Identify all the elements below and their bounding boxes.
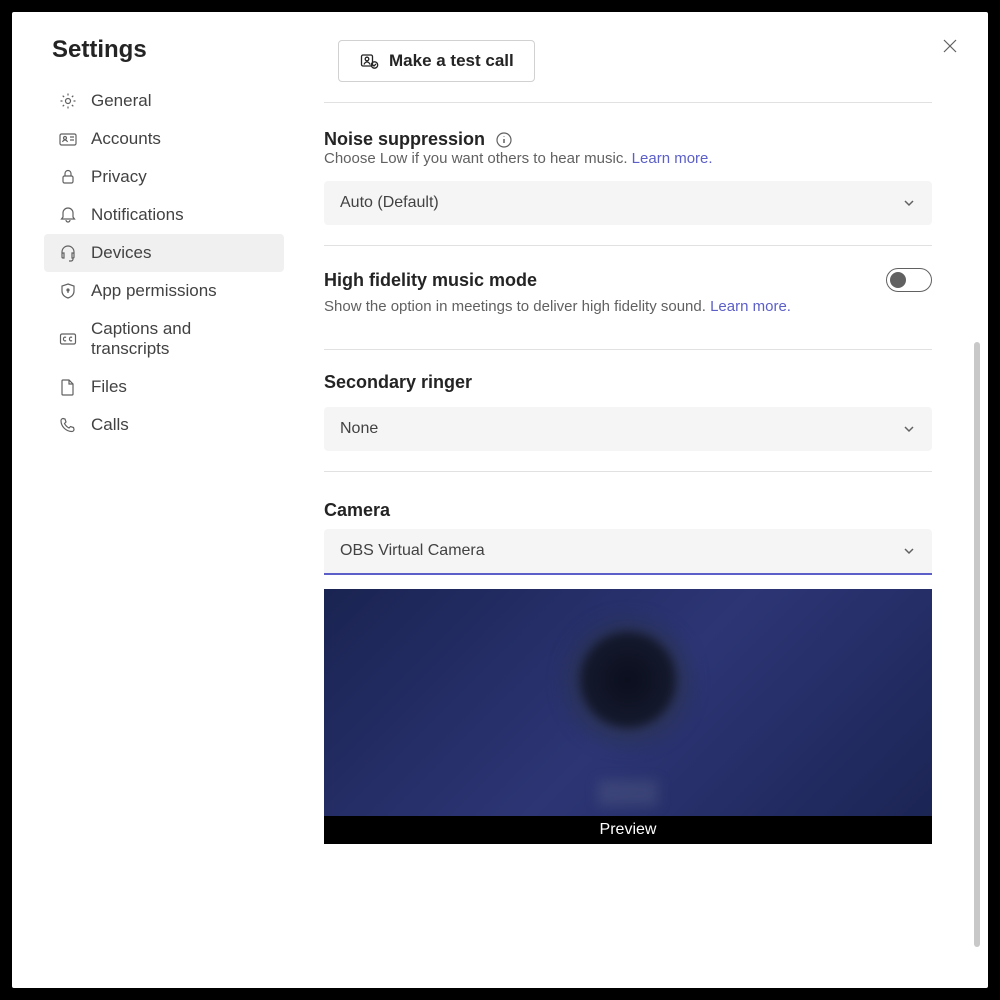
camera-preview: Preview <box>324 589 932 844</box>
settings-title: Settings <box>12 32 292 82</box>
shield-icon <box>58 281 78 301</box>
secondary-ringer-title: Secondary ringer <box>324 372 932 393</box>
music-mode-title: High fidelity music mode <box>324 270 537 291</box>
sidebar-item-files[interactable]: Files <box>44 368 284 406</box>
content-area: Make a test call Noise suppression Choos… <box>292 12 988 988</box>
camera-title: Camera <box>324 500 932 521</box>
test-call-label: Make a test call <box>389 51 514 71</box>
learn-more-link[interactable]: Learn more. <box>632 150 713 167</box>
nav-list: General Accounts <box>12 82 292 444</box>
sidebar-item-label: Calls <box>91 415 129 435</box>
sidebar-item-label: Notifications <box>91 205 184 225</box>
gear-icon <box>58 91 78 111</box>
music-mode-section: High fidelity music mode Show the option… <box>324 245 932 349</box>
select-value: OBS Virtual Camera <box>340 542 485 560</box>
cc-icon <box>58 329 78 349</box>
phone-icon <box>58 415 78 435</box>
secondary-ringer-select[interactable]: None <box>324 407 932 451</box>
test-call-icon <box>359 51 379 71</box>
sidebar-item-label: App permissions <box>91 281 217 301</box>
sidebar-item-label: Devices <box>91 243 151 263</box>
toggle-knob <box>890 272 906 288</box>
chevron-down-icon <box>902 422 916 436</box>
learn-more-link[interactable]: Learn more. <box>710 298 791 315</box>
sidebar-item-accounts[interactable]: Accounts <box>44 120 284 158</box>
select-value: Auto (Default) <box>340 194 439 212</box>
info-icon[interactable] <box>495 131 513 149</box>
sidebar-item-label: Captions and transcripts <box>91 319 270 359</box>
noise-suppression-select[interactable]: Auto (Default) <box>324 181 932 225</box>
noise-suppression-desc: Choose Low if you want others to hear mu… <box>324 150 932 167</box>
noise-suppression-title: Noise suppression <box>324 129 932 150</box>
music-mode-toggle[interactable] <box>886 268 932 292</box>
bell-icon <box>58 205 78 225</box>
sidebar-item-app-permissions[interactable]: App permissions <box>44 272 284 310</box>
sidebar-item-privacy[interactable]: Privacy <box>44 158 284 196</box>
make-test-call-button[interactable]: Make a test call <box>338 40 535 82</box>
sidebar-item-devices[interactable]: Devices <box>44 234 284 272</box>
sidebar-item-general[interactable]: General <box>44 82 284 120</box>
music-mode-desc: Show the option in meetings to deliver h… <box>324 298 932 315</box>
sidebar-item-notifications[interactable]: Notifications <box>44 196 284 234</box>
sidebar-item-label: Accounts <box>91 129 161 149</box>
id-card-icon <box>58 129 78 149</box>
preview-bottom <box>598 780 658 806</box>
sidebar-item-label: Files <box>91 377 127 397</box>
noise-suppression-section: Noise suppression Choose Low if you want… <box>324 102 932 245</box>
chevron-down-icon <box>902 544 916 558</box>
sidebar-item-label: Privacy <box>91 167 147 187</box>
preview-label: Preview <box>324 816 932 844</box>
sidebar-item-label: General <box>91 91 151 111</box>
sidebar: Settings General <box>12 12 292 988</box>
lock-icon <box>58 167 78 187</box>
sidebar-item-calls[interactable]: Calls <box>44 406 284 444</box>
scrollbar-thumb[interactable] <box>974 342 980 947</box>
select-value: None <box>340 420 378 438</box>
file-icon <box>58 377 78 397</box>
settings-window: Settings General <box>12 12 988 988</box>
headset-icon <box>58 243 78 263</box>
preview-image-inner <box>579 631 677 729</box>
camera-section: Camera OBS Virtual Camera Preview <box>324 471 932 864</box>
secondary-ringer-section: Secondary ringer None <box>324 349 932 471</box>
camera-select[interactable]: OBS Virtual Camera <box>324 529 932 575</box>
sidebar-item-captions[interactable]: Captions and transcripts <box>44 310 284 368</box>
chevron-down-icon <box>902 196 916 210</box>
